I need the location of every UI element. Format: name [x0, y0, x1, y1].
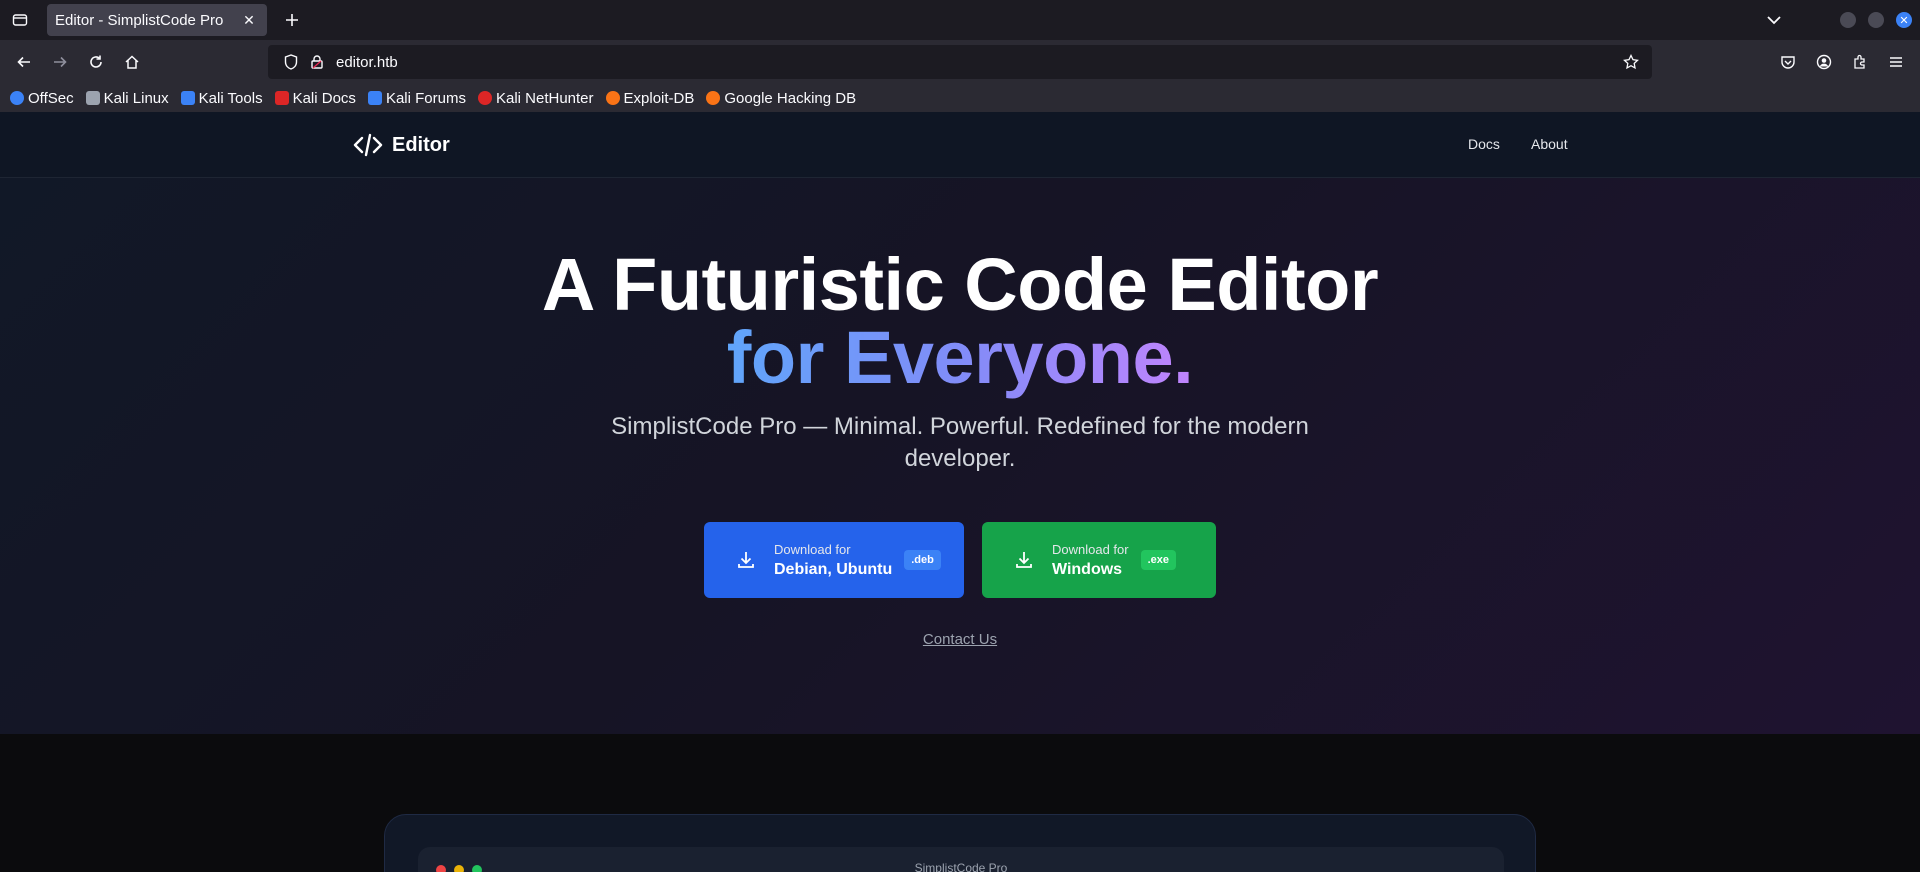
chevron-down-icon[interactable]	[1762, 8, 1786, 32]
firefox-view-icon[interactable]	[10, 10, 30, 30]
editor-preview-frame: SimplistCode Pro	[384, 814, 1536, 872]
menu-icon[interactable]	[1884, 50, 1908, 74]
download-icon	[734, 548, 758, 572]
active-tab[interactable]: Editor - SimplistCode Pro ✕	[47, 4, 267, 36]
maximize-button[interactable]	[1868, 12, 1884, 28]
hero-title-gradient: for Everyone.	[726, 316, 1194, 399]
site-header: Editor Docs About	[0, 112, 1920, 178]
file-type-badge: .deb	[904, 550, 941, 570]
bookmark-offsec[interactable]: OffSec	[10, 90, 74, 107]
download-exe-button[interactable]: Download for Windows .exe	[982, 522, 1216, 598]
pocket-icon[interactable]	[1776, 50, 1800, 74]
close-window-button[interactable]: ✕	[1896, 12, 1912, 28]
editor-preview-window: SimplistCode Pro	[418, 847, 1504, 872]
code-icon	[352, 131, 384, 159]
home-icon[interactable]	[120, 50, 144, 74]
navigation-toolbar: editor.htb	[0, 40, 1920, 84]
new-tab-icon[interactable]	[280, 8, 304, 32]
bookmark-google-hacking-db[interactable]: Google Hacking DB	[706, 90, 856, 107]
kali-tools-icon	[180, 91, 195, 105]
account-icon[interactable]	[1812, 50, 1836, 74]
kali-docs-icon	[274, 91, 289, 105]
url-bar[interactable]: editor.htb	[268, 45, 1652, 79]
site-logo[interactable]: Editor	[352, 131, 450, 159]
url-text: editor.htb	[336, 53, 398, 71]
bookmark-kali-tools[interactable]: Kali Tools	[180, 90, 263, 107]
extensions-icon[interactable]	[1848, 50, 1872, 74]
hero-subtitle: SimplistCode Pro — Minimal. Powerful. Re…	[611, 413, 1309, 472]
download-caption: Download for	[1052, 541, 1129, 557]
tab-title: Editor - SimplistCode Pro	[55, 11, 224, 29]
hero-section: A Futuristic Code Editor for Everyone. S…	[0, 178, 1920, 734]
close-tab-icon[interactable]: ✕	[237, 8, 261, 32]
bookmark-kali-linux[interactable]: Kali Linux	[85, 90, 169, 107]
contact-us-link[interactable]: Contact Us	[923, 631, 997, 648]
bookmarks-toolbar: OffSec Kali Linux Kali Tools Kali Docs K…	[0, 84, 1920, 112]
offsec-icon	[10, 91, 24, 105]
preview-window-title: SimplistCode Pro	[914, 861, 1008, 872]
ghdb-icon	[706, 91, 721, 105]
bookmark-kali-forums[interactable]: Kali Forums	[367, 90, 466, 107]
bookmark-kali-docs[interactable]: Kali Docs	[274, 90, 356, 107]
logo-text: Editor	[392, 133, 450, 156]
lock-icon[interactable]	[306, 55, 328, 69]
download-caption: Download for	[774, 541, 851, 557]
download-icon	[1012, 548, 1036, 572]
back-icon[interactable]	[12, 50, 36, 74]
nav-docs-link[interactable]: Docs	[1468, 136, 1500, 152]
reload-icon[interactable]	[84, 50, 108, 74]
star-icon[interactable]	[1616, 54, 1646, 70]
minimize-button[interactable]	[1840, 12, 1856, 28]
contact-row: Contact Us	[0, 631, 1920, 648]
tab-bar: Editor - SimplistCode Pro ✕ ✕	[0, 0, 1920, 40]
download-platform: Debian, Ubuntu	[774, 560, 893, 578]
nethunter-icon	[477, 91, 492, 105]
shield-icon[interactable]	[276, 54, 306, 70]
kali-forums-icon	[367, 91, 382, 105]
bookmark-exploit-db[interactable]: Exploit-DB	[605, 90, 694, 107]
bookmark-kali-nethunter[interactable]: Kali NetHunter	[477, 90, 594, 107]
nav-about-link[interactable]: About	[1531, 136, 1568, 152]
file-type-badge: .exe	[1140, 550, 1177, 570]
page-content: Editor Docs About A Futuristic Code Edit…	[0, 112, 1920, 872]
download-deb-button[interactable]: Download for Debian, Ubuntu .deb	[704, 522, 964, 598]
download-platform: Windows	[1052, 560, 1123, 578]
exploit-db-icon	[605, 91, 620, 105]
forward-icon[interactable]	[48, 50, 72, 74]
kali-dragon-icon	[85, 91, 100, 105]
